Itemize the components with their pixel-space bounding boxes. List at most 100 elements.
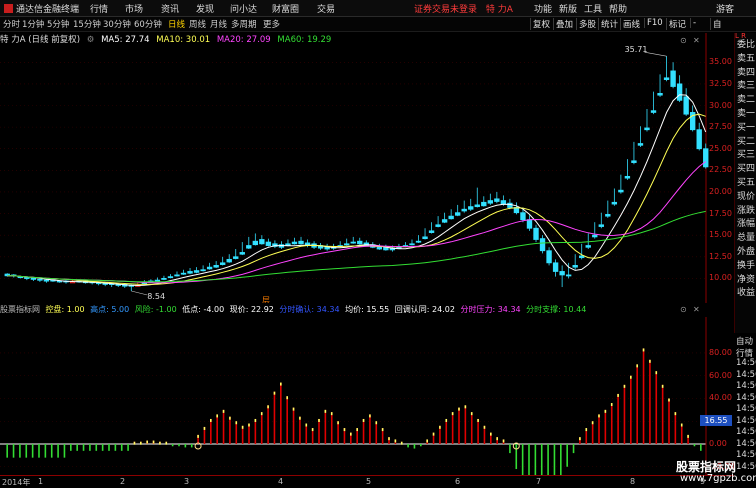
- quote-field-label[interactable]: 买二: [737, 136, 755, 148]
- candle-body: [520, 212, 526, 221]
- candle-body: [572, 265, 578, 268]
- candle-body: [539, 238, 546, 252]
- period-30min[interactable]: 30分钟: [103, 18, 131, 30]
- price-tick: 27.50: [709, 122, 732, 132]
- kline-chart[interactable]: 35.71 8.54 层: [0, 33, 734, 303]
- quote-field-label[interactable]: 委比: [737, 39, 755, 51]
- candle-body: [500, 200, 507, 205]
- tool-fuquan[interactable]: 复权: [530, 18, 550, 30]
- chart-close-icon[interactable]: ✕: [693, 36, 700, 45]
- chart-toggle-icon[interactable]: ⊙: [680, 36, 687, 45]
- indicator-panel-item[interactable]: 14:50: [736, 393, 756, 403]
- quote-field-label[interactable]: 卖五: [737, 53, 755, 65]
- candle-body: [154, 279, 161, 282]
- menu-xinban[interactable]: 新版: [559, 2, 577, 15]
- candle-body: [441, 219, 448, 223]
- quote-field-label[interactable]: 换手: [737, 260, 755, 272]
- tool-diejia[interactable]: 叠加: [553, 18, 573, 30]
- tool-tongji[interactable]: 统计: [598, 18, 618, 30]
- period-more[interactable]: 更多: [263, 18, 280, 30]
- tool-biaoji[interactable]: 标记: [666, 18, 686, 30]
- login-notice[interactable]: 证券交易未登录 特 力A: [414, 2, 513, 15]
- month-tick: 4: [278, 477, 284, 486]
- quote-field-label[interactable]: 外盘: [737, 246, 755, 258]
- month-tick: 3: [184, 477, 190, 486]
- candle-body: [644, 127, 650, 131]
- candle-body: [559, 271, 565, 276]
- indicator-value-label: 16.55: [700, 415, 732, 426]
- indicator-panel-item[interactable]: 自动: [736, 335, 753, 347]
- menu-item-shichang[interactable]: 市场: [125, 2, 143, 15]
- quote-field-label[interactable]: 买四: [737, 163, 755, 175]
- tool-huaxian[interactable]: 画线: [620, 18, 640, 30]
- ind-gaodian: 高点: 5.00: [90, 305, 130, 314]
- indicator-close-icon[interactable]: ✕: [693, 305, 700, 314]
- quote-field-label[interactable]: 涨跌: [737, 205, 755, 217]
- tool-minus[interactable]: -: [690, 18, 696, 28]
- indicator-panel-item[interactable]: 14:50: [736, 358, 756, 368]
- tool-duogu[interactable]: 多股: [576, 18, 596, 30]
- indicator-toggle-icon[interactable]: ⊙: [680, 305, 687, 314]
- quote-field-label[interactable]: 净资: [737, 274, 755, 286]
- quote-field-label[interactable]: 买五: [737, 177, 755, 189]
- menu-item-zixun[interactable]: 资讯: [161, 2, 179, 15]
- menu-gongneng[interactable]: 功能: [534, 2, 552, 15]
- indicator-panel-item[interactable]: 14:50: [736, 416, 756, 426]
- indicator-name[interactable]: 股票指标网: [0, 305, 40, 314]
- candle-body: [206, 266, 213, 270]
- indicator-panel-item[interactable]: 14:50: [736, 381, 756, 391]
- candle-body: [474, 204, 480, 208]
- indicator-tick: 40.00: [709, 393, 732, 403]
- quote-field-label[interactable]: 总量: [737, 232, 755, 244]
- candle-body: [396, 246, 402, 249]
- indicator-panel-item[interactable]: 14:50: [736, 370, 756, 380]
- menu-bangzhu[interactable]: 帮助: [609, 2, 627, 15]
- period-15min[interactable]: 15分钟: [73, 18, 101, 30]
- tool-f10[interactable]: F10: [644, 18, 663, 28]
- candle-body: [507, 202, 513, 208]
- menu-item-hangqing[interactable]: 行情: [90, 2, 108, 15]
- period-multi[interactable]: 多周期: [231, 18, 257, 30]
- period-daily[interactable]: 日线: [168, 18, 185, 30]
- candle-body: [683, 96, 689, 115]
- indicator-panel-item[interactable]: 14:50: [736, 404, 756, 414]
- quote-field-label[interactable]: 买一: [737, 122, 755, 134]
- quote-field-label[interactable]: 收益: [737, 287, 755, 299]
- period-fenshi[interactable]: 分时: [3, 18, 20, 30]
- indicator-panel-item[interactable]: 14:50: [736, 427, 756, 437]
- period-5min[interactable]: 5分钟: [47, 18, 69, 30]
- quote-field-label[interactable]: 卖三: [737, 80, 755, 92]
- candle-body: [265, 241, 272, 246]
- quote-field-label[interactable]: 卖一: [737, 108, 755, 120]
- quote-field-label[interactable]: 卖四: [737, 67, 755, 79]
- quote-field-label[interactable]: 现价: [737, 191, 755, 203]
- indicator-panel-item[interactable]: 14:50: [736, 439, 756, 449]
- period-weekly[interactable]: 周线: [189, 18, 206, 30]
- price-tick: 25.00: [709, 143, 732, 153]
- price-tick: 35.00: [709, 57, 732, 67]
- candle-body: [468, 206, 474, 210]
- period-60min[interactable]: 60分钟: [134, 18, 162, 30]
- menu-item-caifuquan[interactable]: 财富圈: [272, 2, 299, 15]
- menu-gongju[interactable]: 工具: [584, 2, 602, 15]
- quote-field-label[interactable]: 卖二: [737, 94, 755, 106]
- menu-item-wenxiaoda[interactable]: 问小达: [230, 2, 257, 15]
- guest-label[interactable]: 游客: [716, 2, 734, 15]
- period-1min[interactable]: 1分钟: [22, 18, 44, 30]
- candle-body: [605, 214, 611, 217]
- indicator-panel-item[interactable]: 行情: [736, 347, 753, 359]
- candle-body: [298, 240, 304, 245]
- candle-body: [428, 230, 435, 233]
- candle-body: [526, 219, 533, 229]
- quote-field-label[interactable]: 涨幅: [737, 218, 755, 230]
- period-monthly[interactable]: 月线: [210, 18, 227, 30]
- year-label: 2014年: [2, 478, 31, 487]
- candle-body: [494, 198, 500, 202]
- tool-zi[interactable]: 自: [710, 18, 722, 30]
- indicator-chart[interactable]: [0, 317, 734, 475]
- candle-body: [631, 160, 637, 163]
- menu-item-faxian[interactable]: 发现: [196, 2, 214, 15]
- candle-body: [350, 241, 356, 244]
- menu-item-jiaoyi[interactable]: 交易: [317, 2, 335, 15]
- quote-field-label[interactable]: 买三: [737, 149, 755, 161]
